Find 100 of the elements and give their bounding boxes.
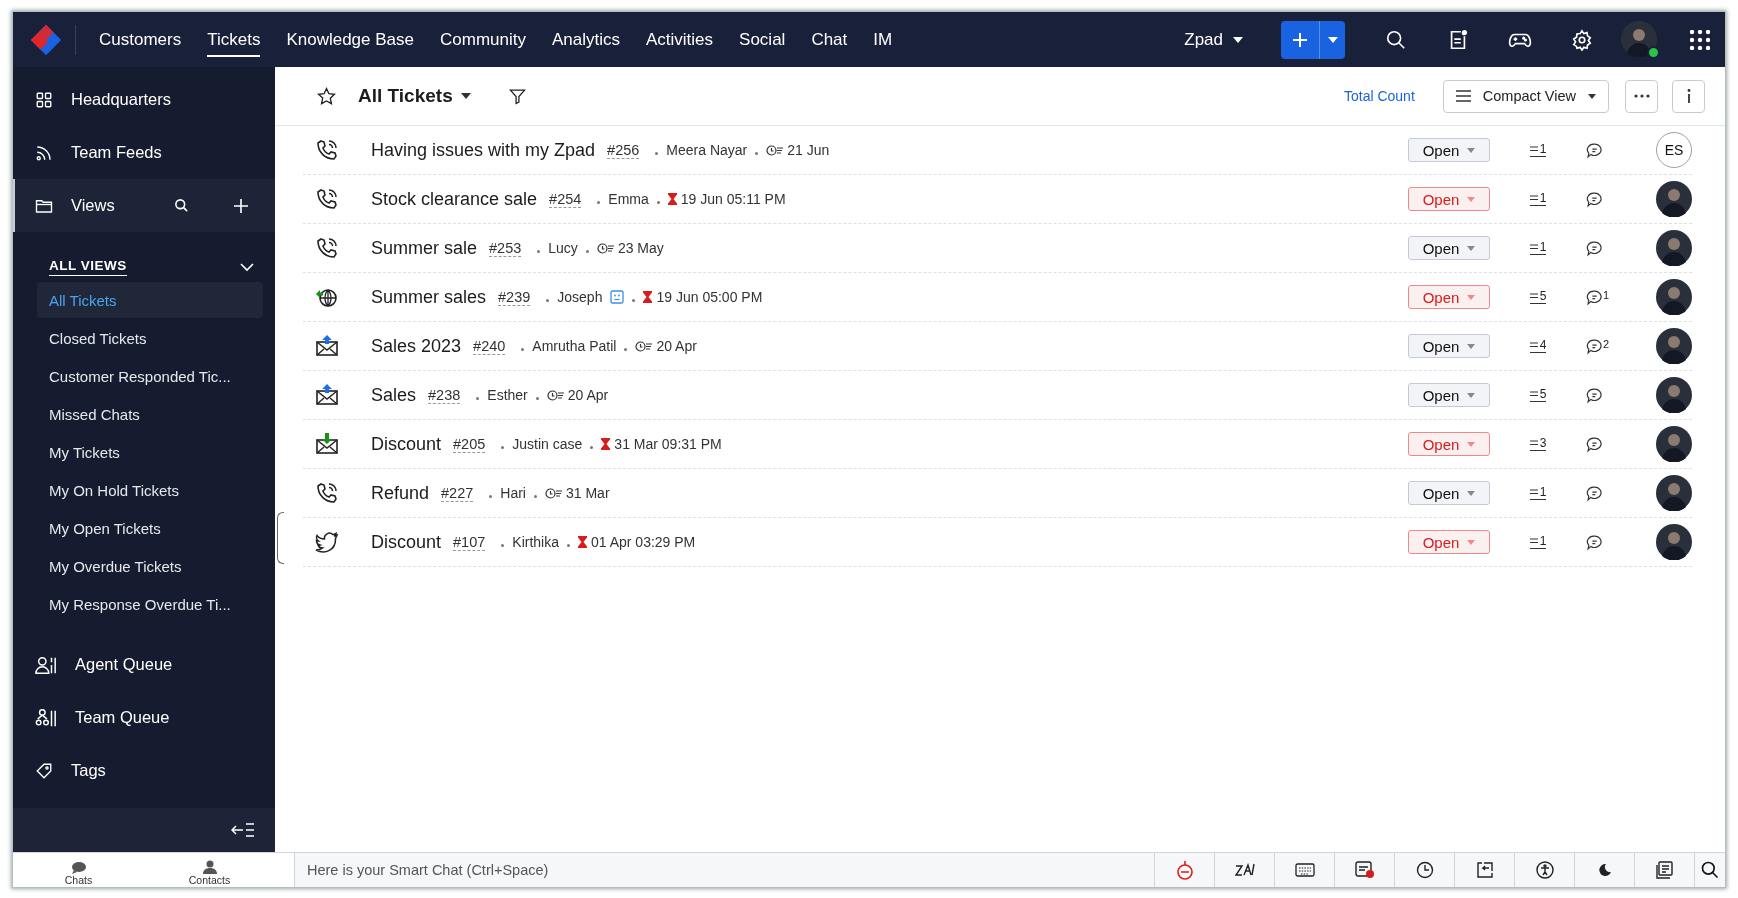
ticket-number[interactable]: #227: [441, 484, 474, 502]
ticket-subject[interactable]: Sales: [371, 384, 417, 406]
ticket-subject[interactable]: Discount: [371, 531, 442, 553]
clock-icon: [766, 144, 784, 156]
accessibility-button[interactable]: [1515, 853, 1575, 887]
ticket-number[interactable]: #240: [473, 337, 506, 355]
comment-icon: [1586, 435, 1603, 453]
ticket-subject[interactable]: Discount: [371, 433, 442, 455]
sidebar-item[interactable]: Team Feeds: [13, 126, 275, 179]
sidebar-item[interactable]: Agent Queue: [13, 638, 275, 691]
ticket-number[interactable]: #239: [498, 288, 531, 306]
view-item[interactable]: My Response Overdue Ti...: [37, 586, 263, 622]
chats-button[interactable]: Chats: [13, 853, 144, 887]
status-dropdown[interactable]: Open: [1408, 334, 1490, 358]
chevron-icon[interactable]: [239, 262, 255, 272]
nav-tab[interactable]: Social: [726, 12, 799, 67]
status-dropdown[interactable]: Open: [1408, 481, 1490, 505]
contact-name[interactable]: Hari: [500, 485, 526, 501]
nav-tab[interactable]: Community: [427, 12, 539, 67]
view-selector[interactable]: All Tickets: [352, 84, 477, 108]
add-menu-button[interactable]: [1319, 20, 1345, 59]
portal-dropdown[interactable]: Zpad: [1178, 28, 1249, 51]
star-icon: [317, 86, 336, 106]
status-dropdown[interactable]: Open: [1408, 285, 1490, 309]
nav-tab[interactable]: Chat: [798, 12, 861, 67]
status-dropdown[interactable]: Open: [1408, 530, 1490, 554]
add-button[interactable]: [1281, 20, 1319, 59]
status-dropdown[interactable]: Open: [1408, 432, 1490, 456]
status-dropdown[interactable]: Open: [1408, 187, 1490, 211]
sidebar-item[interactable]: Team Queue: [13, 691, 275, 744]
keyboard-button[interactable]: [1275, 853, 1335, 887]
favorite-button[interactable]: [315, 84, 338, 108]
search-button[interactable]: [1695, 853, 1725, 887]
ticket-subject[interactable]: Having issues with my Zpad: [371, 139, 596, 161]
switch-button[interactable]: [1455, 853, 1515, 887]
view-item[interactable]: Missed Chats: [37, 396, 263, 432]
chat-bubble-icon: [70, 861, 87, 874]
thread-count[interactable]: 1: [1529, 535, 1547, 549]
thread-count[interactable]: 1: [1529, 241, 1547, 255]
contact-name[interactable]: Lucy: [548, 240, 578, 256]
view-item[interactable]: My Open Tickets: [37, 510, 263, 546]
thread-count[interactable]: 1: [1529, 143, 1547, 157]
ticket-number[interactable]: #238: [428, 386, 461, 404]
views-label[interactable]: Views: [71, 196, 152, 215]
contact-name[interactable]: Amrutha Patil: [532, 338, 617, 354]
contact-name[interactable]: Meera Nayar: [666, 142, 748, 158]
layout-dropdown[interactable]: Compact View: [1442, 79, 1609, 113]
nav-tab[interactable]: Knowledge Base: [273, 12, 427, 67]
ticket-number[interactable]: #205: [453, 435, 486, 453]
sidebar-item[interactable]: Headquarters: [13, 73, 275, 126]
contact-name[interactable]: Justin case: [512, 436, 583, 452]
thread-count[interactable]: 4: [1529, 339, 1547, 353]
thread-count[interactable]: 3: [1529, 437, 1547, 451]
ticket-subject[interactable]: Summer sales: [371, 286, 487, 308]
nav-tab[interactable]: IM: [860, 12, 906, 67]
signature-button[interactable]: [1215, 853, 1275, 887]
nav-tab[interactable]: Tickets: [194, 12, 274, 67]
contact-name[interactable]: Emma: [608, 191, 649, 207]
view-item[interactable]: My On Hold Tickets: [37, 472, 263, 508]
thread-count[interactable]: 5: [1529, 388, 1547, 402]
view-item[interactable]: My Tickets: [37, 434, 263, 470]
notes-button[interactable]: [1635, 853, 1695, 887]
view-item[interactable]: All Tickets: [37, 282, 263, 318]
contact-name[interactable]: Esther: [487, 387, 528, 403]
nav-tab[interactable]: Analytics: [538, 12, 633, 67]
status-dropdown[interactable]: Open: [1408, 383, 1490, 407]
view-item[interactable]: Closed Tickets: [37, 320, 263, 356]
caret-icon: [1327, 36, 1338, 43]
recorder-button[interactable]: [1335, 853, 1395, 887]
view-item[interactable]: My Overdue Tickets: [37, 548, 263, 584]
info-button[interactable]: [1672, 79, 1705, 113]
ticket-number[interactable]: #107: [453, 533, 486, 551]
time-button[interactable]: [1395, 853, 1455, 887]
comment-icon: [1586, 239, 1603, 257]
ticket-number[interactable]: #256: [607, 141, 640, 159]
contact-name[interactable]: Kirthika: [512, 534, 559, 550]
total-count-link[interactable]: Total Count: [1337, 87, 1421, 105]
ticket-number[interactable]: #253: [489, 239, 522, 257]
comment-icon: [1586, 484, 1603, 502]
sidebar-item[interactable]: Tags: [13, 744, 275, 797]
due-date: 19 Jun 05:00 PM: [656, 289, 763, 305]
contact-name[interactable]: Joseph: [557, 289, 603, 305]
thread-count[interactable]: 1: [1529, 192, 1547, 206]
thread-count[interactable]: 1: [1529, 486, 1547, 500]
ticket-subject[interactable]: Summer sale: [371, 237, 478, 259]
view-item[interactable]: Customer Responded Tic...: [37, 358, 263, 394]
contacts-button[interactable]: Contacts: [144, 853, 275, 887]
dark-mode-button[interactable]: [1575, 853, 1635, 887]
bot-button[interactable]: [1155, 853, 1215, 887]
status-dropdown[interactable]: Open: [1408, 138, 1490, 162]
ticket-number[interactable]: #254: [549, 190, 582, 208]
status-dropdown[interactable]: Open: [1408, 236, 1490, 260]
ticket-subject[interactable]: Refund: [371, 482, 430, 504]
smart-chat-field[interactable]: Here is your Smart Chat (Ctrl+Space): [294, 853, 1155, 887]
ticket-subject[interactable]: Stock clearance sale: [371, 188, 538, 210]
ticket-subject[interactable]: Sales 2023: [371, 335, 462, 357]
thread-count[interactable]: 5: [1529, 290, 1547, 304]
nav-tab[interactable]: Activities: [633, 12, 727, 67]
nav-tab[interactable]: Customers: [86, 12, 195, 67]
resize-handle[interactable]: [277, 512, 284, 564]
